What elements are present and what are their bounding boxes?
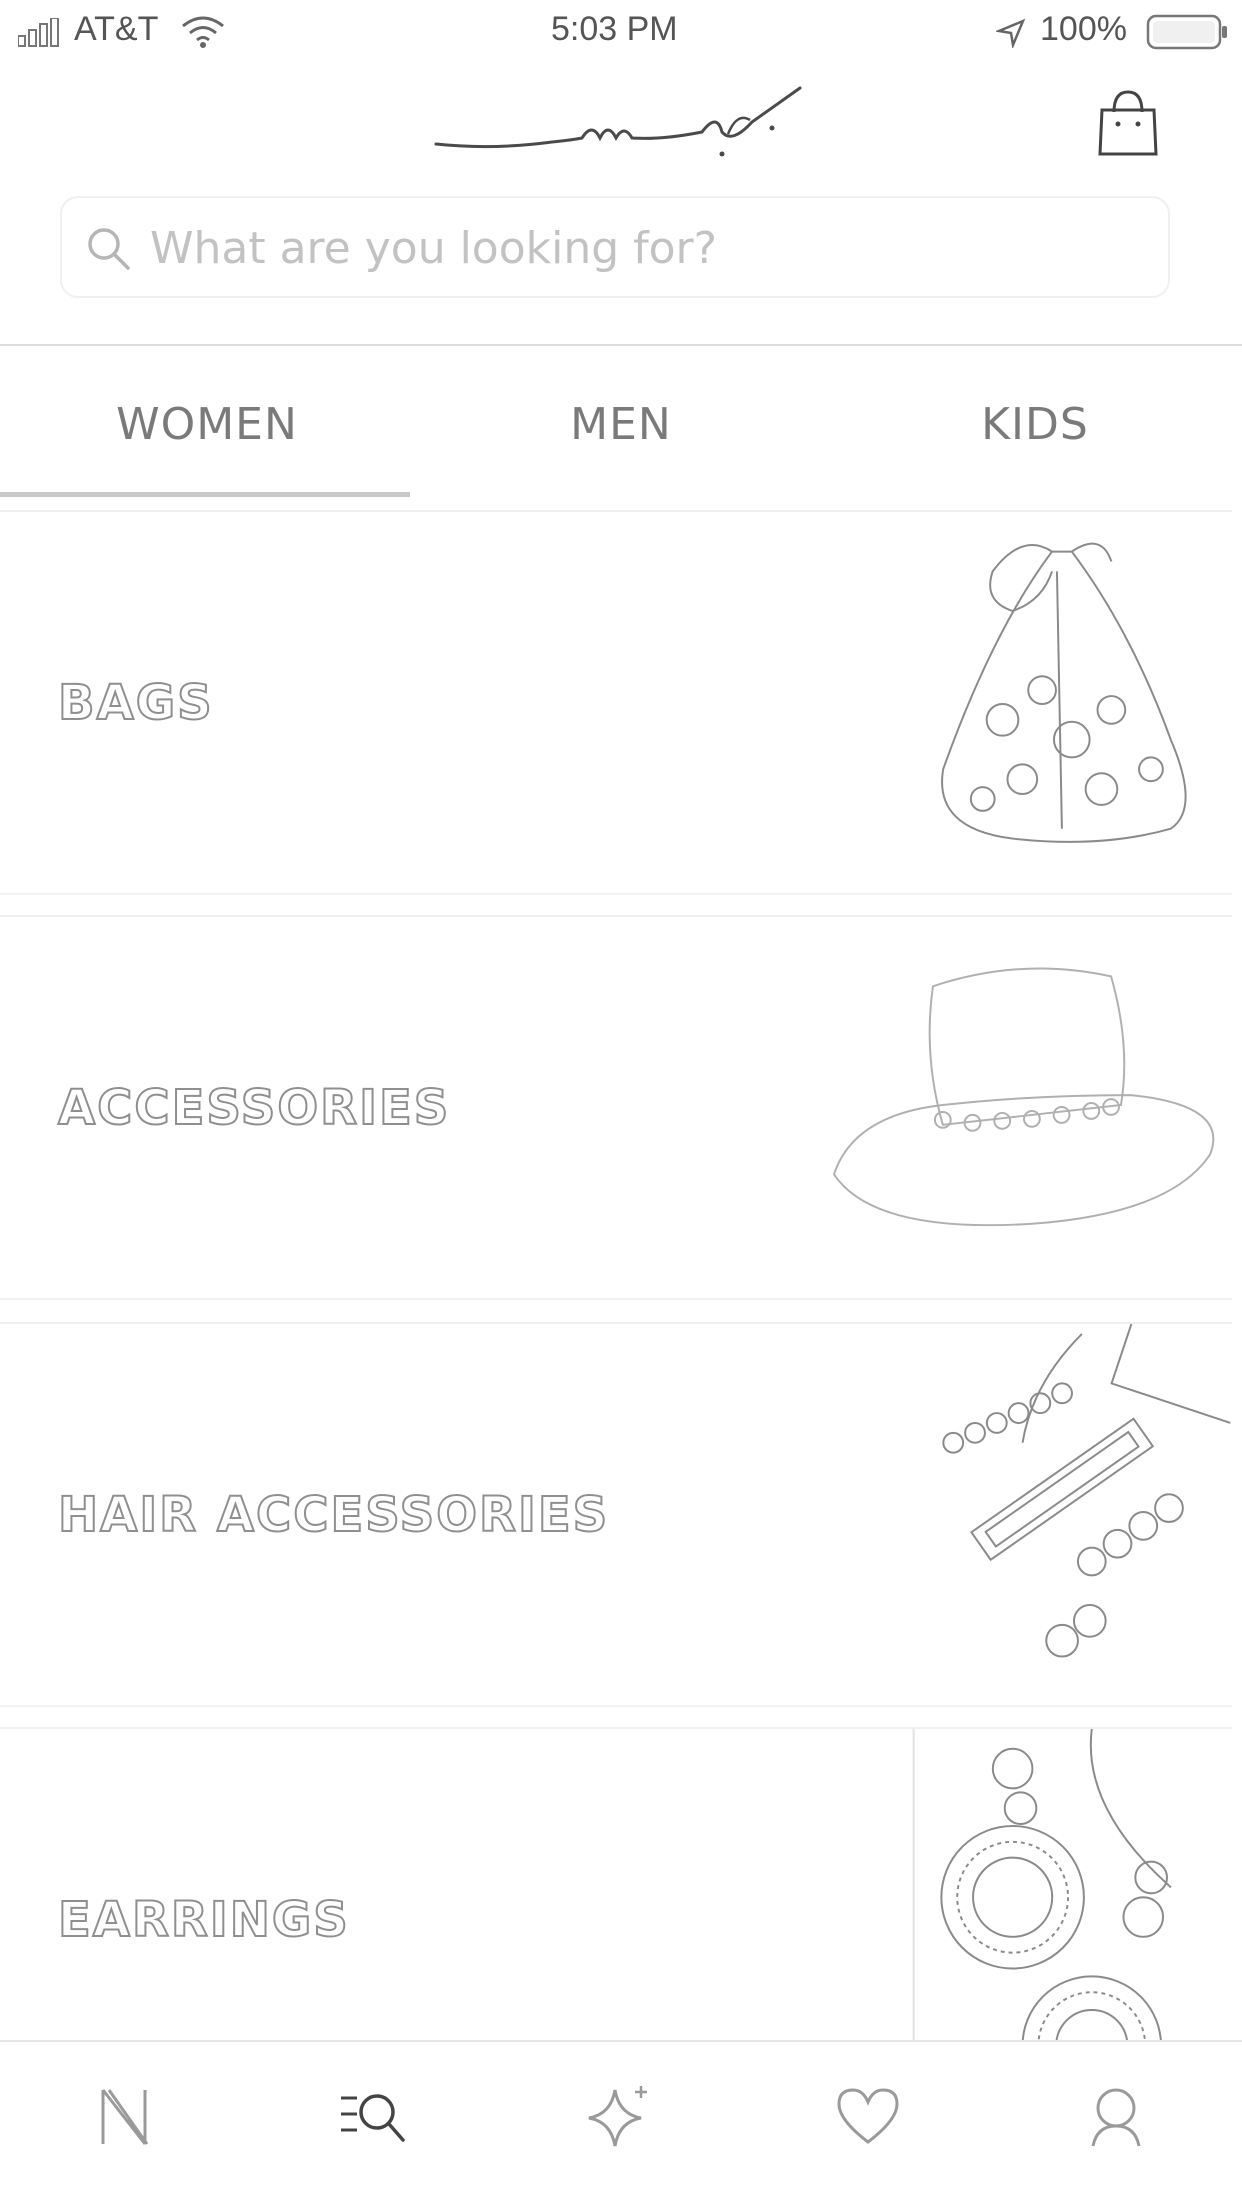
category-label: ACCESSORIES [57, 1079, 451, 1137]
category-accessories[interactable]: ACCESSORIES [0, 915, 1232, 1300]
battery-icon [1146, 14, 1227, 50]
lace-bag-image [941, 542, 1187, 843]
carrier-label: AT&T [74, 10, 159, 48]
pearl-hair-clips-image [942, 1324, 1231, 1658]
location-arrow-icon [996, 18, 1026, 48]
category-hair-accessories[interactable]: HAIR ACCESSORIES [0, 1322, 1232, 1707]
nav-search[interactable] [248, 2072, 496, 2172]
profile-icon [1091, 2088, 1141, 2147]
search-icon [88, 228, 130, 270]
tab-men[interactable]: MEN [414, 360, 828, 490]
status-bar: AT&T 5:03 PM 100% [0, 0, 1242, 62]
signal-icon [18, 18, 59, 47]
search-menu-icon [341, 2094, 405, 2142]
nav-wishlist[interactable] [744, 2072, 992, 2172]
header-divider [0, 344, 1242, 346]
straw-hat-image [832, 967, 1215, 1227]
nav-home[interactable] [0, 2072, 248, 2172]
search-bar[interactable] [60, 196, 1170, 298]
category-label: EARRINGS [57, 1891, 350, 1949]
category-label: BAGS [57, 674, 214, 732]
sparkle-icon [588, 2086, 647, 2147]
nav-discover[interactable] [496, 2072, 744, 2172]
tab-women[interactable]: WOMEN [0, 360, 414, 490]
category-label: HAIR ACCESSORIES [57, 1486, 610, 1544]
n-logo-icon [101, 2089, 149, 2145]
category-bags[interactable]: BAGS [0, 510, 1232, 895]
clock: 5:03 PM [551, 10, 678, 48]
heart-icon [837, 2088, 899, 2144]
wifi-icon [182, 16, 224, 48]
brand-logo[interactable] [432, 82, 812, 172]
active-tab-indicator [0, 492, 410, 497]
battery-percent: 100% [1040, 10, 1127, 48]
tab-kids[interactable]: KIDS [828, 360, 1242, 490]
search-input[interactable] [148, 212, 1142, 284]
shopping-bag-icon[interactable] [1096, 90, 1160, 158]
nav-profile[interactable] [992, 2072, 1240, 2172]
bottom-tab-bar [0, 2040, 1242, 2208]
